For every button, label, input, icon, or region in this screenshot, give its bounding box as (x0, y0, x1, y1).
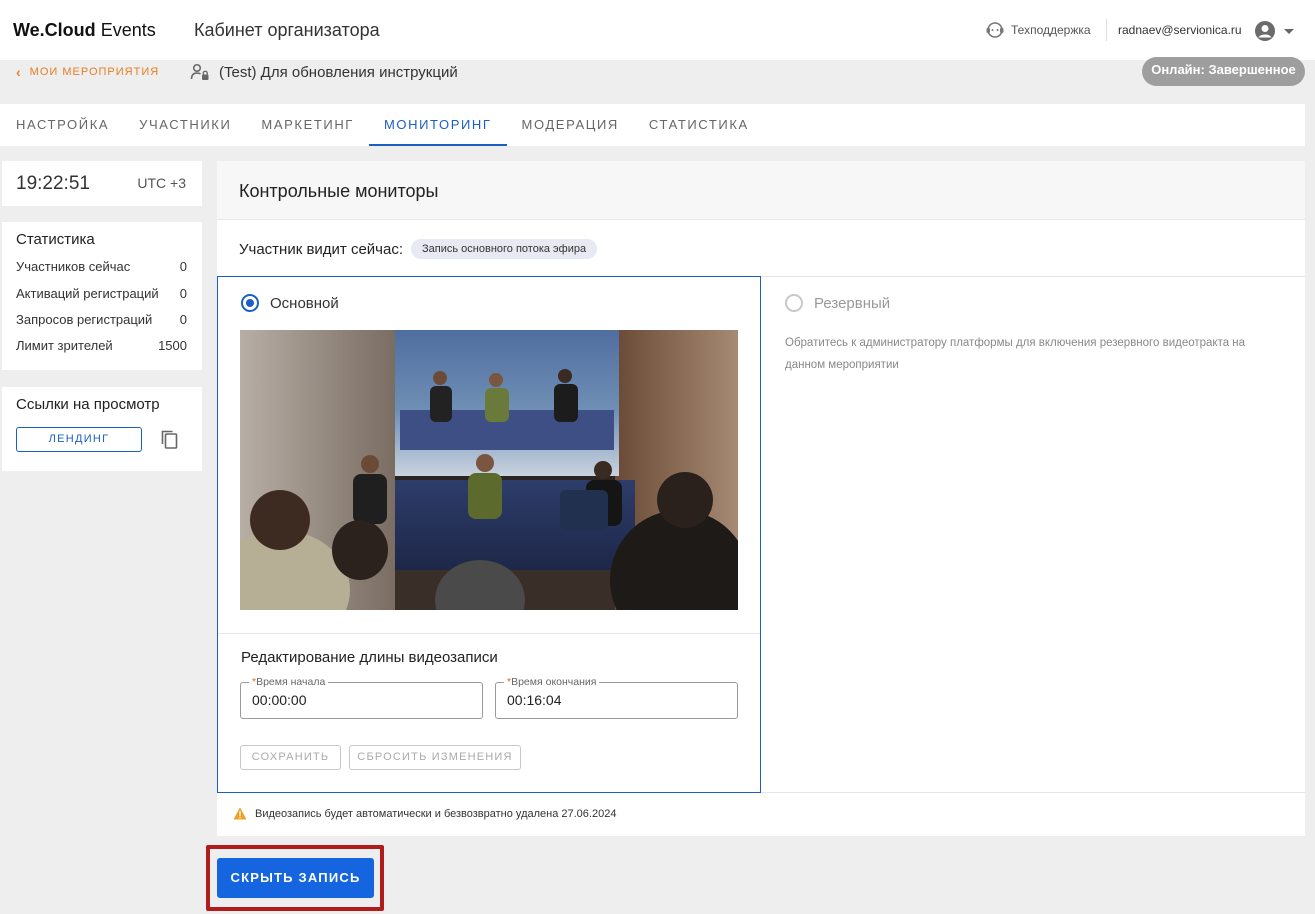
user-lock-icon (190, 63, 209, 80)
tab-moderation[interactable]: МОДЕРАЦИЯ (507, 104, 634, 146)
account-icon (1255, 21, 1275, 41)
view-links-card: Ссылки на просмотр ЛЕНДИНГ (2, 387, 202, 471)
copy-icon[interactable] (160, 429, 180, 451)
clock-card: 19:22:51 UTC +3 (2, 161, 202, 206)
chevron-down-icon (1284, 29, 1294, 34)
tab-settings[interactable]: НАСТРОЙКА (0, 104, 124, 146)
event-status-badge: Онлайн: Завершенное (1142, 57, 1305, 86)
tab-monitoring[interactable]: МОНИТОРИНГ (368, 104, 507, 146)
user-email: radnaev@servionica.ru (1118, 23, 1242, 37)
top-bar: We.Cloud Events Кабинет организатора Тех… (0, 0, 1315, 60)
headset-icon (986, 22, 1004, 38)
event-title: (Test) Для обновления инструкций (190, 62, 458, 82)
tabs-bar: НАСТРОЙКА УЧАСТНИКИ МАРКЕТИНГ МОНИТОРИНГ… (0, 104, 1305, 146)
view-links-title: Ссылки на просмотр (16, 396, 160, 413)
hide-recording-button[interactable]: СКРЫТЬ ЗАПИСЬ (217, 858, 374, 898)
stats-card: Статистика Участников сейчас 0 Активаций … (2, 222, 202, 370)
app-logo[interactable]: We.Cloud Events (13, 20, 156, 41)
header-divider (1106, 19, 1107, 41)
start-time-label: *Время начала (249, 676, 329, 688)
end-time-field[interactable]: *Время окончания 00:16:04 (495, 676, 738, 719)
monitors-title: Контрольные мониторы (239, 181, 439, 201)
monitors-card: Контрольные мониторы Участник видит сейч… (217, 161, 1305, 836)
backup-stream-radio[interactable]: Резервный (785, 294, 890, 312)
breadcrumb-label: МОИ МЕРОПРИЯТИЯ (29, 66, 160, 78)
start-time-value: 00:00:00 (252, 692, 307, 708)
backup-stream-label: Резервный (814, 294, 891, 312)
start-time-field[interactable]: *Время начала 00:00:00 (240, 676, 483, 719)
warning-icon (233, 807, 247, 820)
stat-row: Запросов регистраций 0 (16, 312, 187, 327)
stat-label: Участников сейчас (16, 259, 131, 274)
save-button[interactable]: СОХРАНИТЬ (240, 745, 341, 770)
radio-unselected-icon (785, 294, 803, 312)
end-time-value: 00:16:04 (507, 692, 562, 708)
landing-button[interactable]: ЛЕНДИНГ (16, 427, 142, 452)
logo-bold: We.Cloud (13, 20, 96, 40)
main-stream-radio[interactable]: Основной (241, 294, 339, 312)
stat-label: Лимит зрителей (16, 338, 113, 353)
radio-selected-icon (241, 294, 259, 312)
deletion-warning-text: Видеозапись будет автоматически и безвоз… (255, 807, 617, 820)
stat-label: Активаций регистраций (16, 286, 159, 301)
video-frame (240, 330, 738, 610)
tab-marketing[interactable]: МАРКЕТИНГ (246, 104, 369, 146)
edit-title: Редактирование длины видеозаписи (241, 649, 498, 666)
timezone: UTC +3 (137, 175, 186, 191)
tab-participants[interactable]: УЧАСТНИКИ (124, 104, 246, 146)
monitors-header: Контрольные мониторы (217, 161, 1305, 220)
logo-light: Events (100, 20, 156, 40)
stat-row: Активаций регистраций 0 (16, 286, 187, 301)
stat-value: 1500 (158, 338, 187, 353)
support-label: Техподдержка (1011, 23, 1091, 37)
stat-value: 0 (179, 259, 187, 274)
video-player[interactable] (240, 330, 738, 610)
current-time: 19:22:51 (16, 173, 90, 194)
stat-row: Лимит зрителей 1500 (16, 338, 187, 353)
stat-value: 0 (179, 286, 187, 301)
edit-divider (218, 633, 760, 634)
stat-value: 0 (179, 312, 187, 327)
stats-title: Статистика (16, 231, 95, 248)
viewer-sees-row: Участник видит сейчас: Запись основного … (239, 239, 598, 259)
backup-stream-panel: Резервный Обратитесь к администратору пл… (761, 276, 1305, 793)
main-stream-panel: Основной Редактирование длины видеозапис… (217, 276, 761, 793)
viewer-sees-chip: Запись основного потока эфира (411, 239, 598, 259)
chevron-left-icon: ‹ (16, 64, 22, 80)
stat-row: Участников сейчас 0 (16, 259, 187, 274)
main-stream-label: Основной (270, 294, 339, 312)
event-title-text: (Test) Для обновления инструкций (219, 63, 458, 81)
deletion-warning: Видеозапись будет автоматически и безвоз… (233, 807, 616, 820)
viewer-sees-label: Участник видит сейчас: (239, 240, 404, 258)
reset-button[interactable]: СБРОСИТЬ ИЗМЕНЕНИЯ (349, 745, 521, 770)
tab-statistics[interactable]: СТАТИСТИКА (634, 104, 764, 146)
backup-note: Обратитесь к администратору платформы дл… (785, 337, 1246, 371)
stat-label: Запросов регистраций (16, 312, 153, 327)
cabinet-title: Кабинет организатора (194, 20, 380, 40)
breadcrumb-back[interactable]: ‹ МОИ МЕРОПРИЯТИЯ (16, 64, 159, 80)
end-time-label: *Время окончания (504, 676, 600, 688)
user-menu[interactable] (1254, 20, 1296, 42)
support-link[interactable]: Техподдержка (985, 20, 1091, 40)
